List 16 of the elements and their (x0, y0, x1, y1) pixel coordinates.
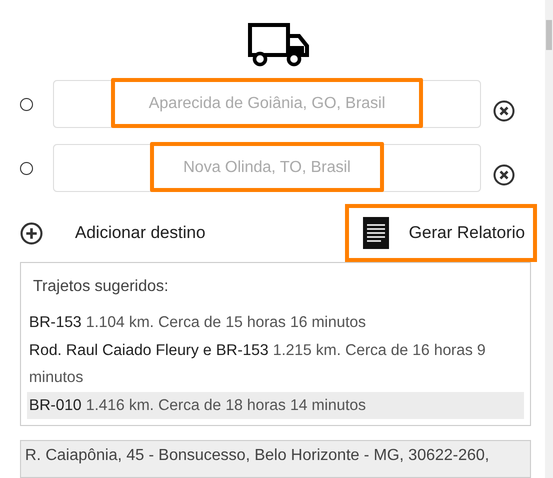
report-button[interactable]: Gerar Relatorio (348, 208, 533, 258)
scrollbar[interactable] (545, 0, 553, 478)
add-destination-label[interactable]: Adicionar destino (75, 220, 206, 246)
address-field[interactable]: R. Caiapônia, 45 - Bonsucesso, Belo Horizonte - MG, 30622-260, (20, 440, 531, 478)
radio-button[interactable] (20, 162, 33, 174)
clear-icon[interactable] (493, 164, 515, 186)
location-field[interactable]: Nova Olinda, TO, Brasil (53, 144, 481, 192)
document-icon (362, 217, 389, 249)
truck-icon (246, 22, 308, 68)
routes-title: Trajetos sugeridos: (32, 277, 170, 297)
add-icon[interactable] (20, 222, 43, 244)
radio-button[interactable] (20, 98, 33, 110)
route-item[interactable]: BR-010 1.416 km. Cerca de 18 horas 14 minutos (27, 392, 524, 419)
clear-icon[interactable] (493, 100, 515, 122)
route-item[interactable]: Rod. Raul Caiado Fleury e BR-153 1.215 km. Cerca de 16 horas 9 minutos (27, 337, 524, 391)
route-item[interactable]: BR-153 1.104 km. Cerca de 15 horas 16 minutos (27, 309, 524, 336)
